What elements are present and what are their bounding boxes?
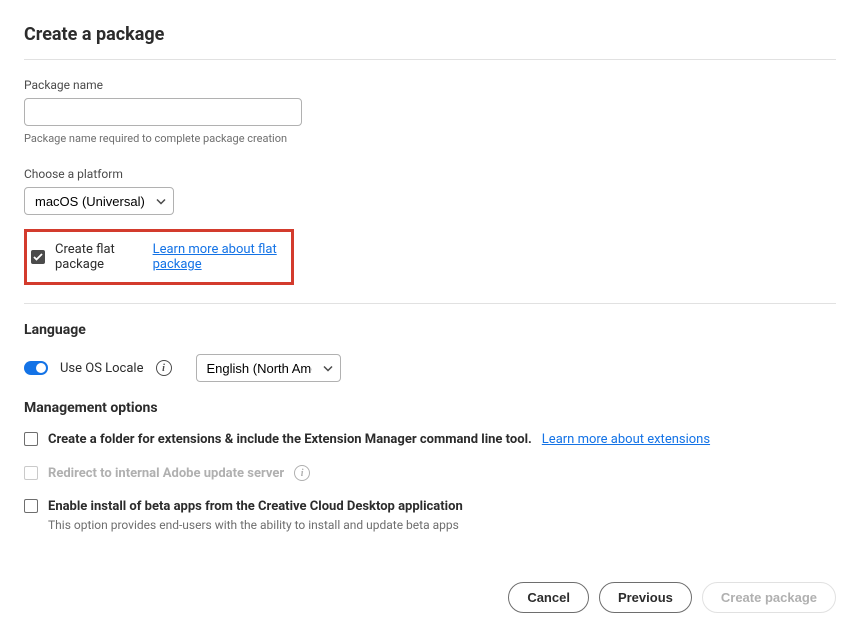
info-icon[interactable]: i bbox=[294, 465, 310, 481]
language-row: Use OS Locale i English (North America) bbox=[24, 354, 836, 382]
footer: Cancel Previous Create package bbox=[24, 582, 836, 613]
package-name-field: Package name Package name required to co… bbox=[24, 78, 836, 145]
beta-option: Enable install of beta apps from the Cre… bbox=[24, 499, 836, 532]
platform-label: Choose a platform bbox=[24, 167, 836, 181]
flat-package-highlight: Create flat package Learn more about fla… bbox=[24, 229, 294, 285]
beta-label: Enable install of beta apps from the Cre… bbox=[48, 499, 463, 514]
beta-helper: This option provides end-users with the … bbox=[48, 518, 836, 532]
flat-package-link[interactable]: Learn more about flat package bbox=[153, 242, 281, 272]
beta-checkbox[interactable] bbox=[24, 499, 38, 513]
previous-button[interactable]: Previous bbox=[599, 582, 692, 613]
create-package-button: Create package bbox=[702, 582, 836, 613]
platform-select[interactable]: macOS (Universal) bbox=[24, 187, 174, 215]
divider bbox=[24, 303, 836, 304]
management-heading: Management options bbox=[24, 400, 836, 416]
extensions-checkbox[interactable] bbox=[24, 432, 38, 446]
flat-package-label: Create flat package bbox=[55, 242, 137, 272]
redirect-checkbox bbox=[24, 466, 38, 480]
package-name-input[interactable] bbox=[24, 98, 302, 126]
package-name-label: Package name bbox=[24, 78, 836, 92]
redirect-label: Redirect to internal Adobe update server bbox=[48, 466, 284, 481]
language-select[interactable]: English (North America) bbox=[196, 354, 341, 382]
extensions-option: Create a folder for extensions & include… bbox=[24, 432, 836, 447]
cancel-button[interactable]: Cancel bbox=[508, 582, 589, 613]
extensions-label: Create a folder for extensions & include… bbox=[48, 432, 532, 447]
use-os-locale-toggle[interactable] bbox=[24, 361, 48, 375]
platform-field: Choose a platform macOS (Universal) bbox=[24, 167, 836, 215]
page-title: Create a package bbox=[24, 24, 836, 45]
use-os-locale-label: Use OS Locale bbox=[60, 361, 144, 376]
flat-package-checkbox[interactable] bbox=[31, 250, 45, 264]
info-icon[interactable]: i bbox=[156, 360, 172, 376]
language-heading: Language bbox=[24, 322, 836, 338]
package-name-helper: Package name required to complete packag… bbox=[24, 132, 836, 145]
divider bbox=[24, 59, 836, 60]
extensions-link[interactable]: Learn more about extensions bbox=[542, 432, 710, 447]
redirect-option: Redirect to internal Adobe update server… bbox=[24, 465, 836, 481]
